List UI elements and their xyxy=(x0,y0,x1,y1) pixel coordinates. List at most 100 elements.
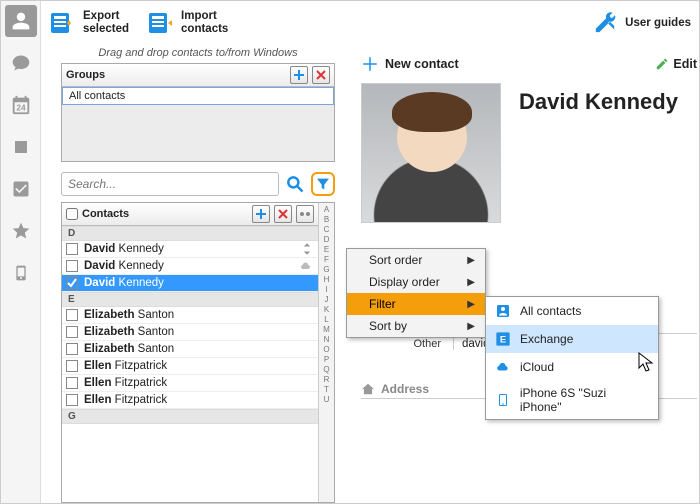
ctx-sort-order[interactable]: Sort order▶ xyxy=(347,249,485,271)
contacts-header: Contacts xyxy=(62,203,318,226)
merge-contact-button[interactable] xyxy=(296,205,314,223)
export-icon xyxy=(49,11,77,35)
ctx-display-order[interactable]: Display order▶ xyxy=(347,271,485,293)
contact-row[interactable]: Ellen Fitzpatrick xyxy=(62,358,318,375)
edit-button[interactable]: Edit xyxy=(655,57,697,71)
nav-tasks[interactable] xyxy=(5,173,37,205)
filter-button[interactable] xyxy=(311,172,335,196)
nav-device[interactable] xyxy=(5,257,37,289)
ctx-filter[interactable]: Filter▶ xyxy=(347,293,485,315)
import-contacts-button[interactable]: Importcontacts xyxy=(147,10,228,35)
alpha-letter[interactable]: F xyxy=(324,255,329,265)
nav-contacts[interactable] xyxy=(5,5,37,37)
nav-messages[interactable] xyxy=(5,47,37,79)
search-input[interactable] xyxy=(61,172,279,196)
alpha-letter[interactable]: O xyxy=(323,345,329,355)
cursor-icon xyxy=(638,352,654,377)
delete-contact-button[interactable] xyxy=(274,205,292,223)
group-all-contacts[interactable]: All contacts xyxy=(62,87,334,105)
row-checkbox[interactable] xyxy=(66,343,78,355)
contact-row[interactable]: Ellen Fitzpatrick xyxy=(62,392,318,409)
row-checkbox[interactable] xyxy=(66,309,78,321)
nav-favorites[interactable] xyxy=(5,215,37,247)
add-contact-button[interactable] xyxy=(252,205,270,223)
list-separator: E xyxy=(62,292,318,307)
guides-label: User guides xyxy=(625,17,691,30)
groups-body: All contacts xyxy=(62,87,334,161)
contact-name-cell: David Kennedy xyxy=(84,277,164,289)
svg-text:24: 24 xyxy=(16,104,26,113)
alpha-letter[interactable]: L xyxy=(324,315,328,325)
alpha-letter[interactable]: I xyxy=(325,285,327,295)
contact-name-cell: Ellen Fitzpatrick xyxy=(84,377,167,389)
alpha-letter[interactable]: C xyxy=(324,225,330,235)
groups-panel: Groups All contacts xyxy=(61,63,335,162)
search-button[interactable] xyxy=(283,172,307,196)
alpha-index[interactable]: ABCDEFGHIJKLMNOPQRTU xyxy=(318,203,334,502)
contacts-title: Contacts xyxy=(82,208,248,220)
alpha-letter[interactable]: N xyxy=(324,335,330,345)
contact-row[interactable]: Elizabeth Santon xyxy=(62,324,318,341)
filter-iphone[interactable]: iPhone 6S "Suzi iPhone" xyxy=(486,381,658,419)
row-checkbox[interactable] xyxy=(66,243,78,255)
ctx-sort-by[interactable]: Sort by▶ xyxy=(347,315,485,337)
alpha-letter[interactable]: U xyxy=(324,395,330,405)
filter-icloud[interactable]: iCloud xyxy=(486,353,658,381)
select-all-checkbox[interactable] xyxy=(66,208,78,220)
alpha-letter[interactable]: B xyxy=(324,215,329,225)
add-group-button[interactable] xyxy=(290,66,308,84)
cloud-icon xyxy=(298,260,314,272)
sync-icon xyxy=(300,243,314,255)
contact-row[interactable]: Elizabeth Santon xyxy=(62,307,318,324)
nav-calendar[interactable]: 24 xyxy=(5,89,37,121)
contact-row[interactable]: Elizabeth Santon xyxy=(62,341,318,358)
drag-hint: Drag and drop contacts to/from Windows xyxy=(61,45,335,63)
row-checkbox[interactable] xyxy=(66,326,78,338)
delete-group-button[interactable] xyxy=(312,66,330,84)
nav-notes[interactable] xyxy=(5,131,37,163)
contact-row[interactable]: Ellen Fitzpatrick xyxy=(62,375,318,392)
row-checkbox[interactable] xyxy=(66,260,78,272)
row-checkbox[interactable] xyxy=(66,377,78,389)
row-checkbox[interactable] xyxy=(66,394,78,406)
alpha-letter[interactable]: P xyxy=(324,355,329,365)
filter-exchange[interactable]: E Exchange xyxy=(486,325,658,353)
contacts-body[interactable]: DDavid KennedyDavid KennedyDavid Kennedy… xyxy=(62,226,318,502)
alpha-letter[interactable]: A xyxy=(324,205,329,215)
contacts-icon xyxy=(494,302,512,320)
alpha-letter[interactable]: H xyxy=(324,275,330,285)
alpha-letter[interactable]: T xyxy=(324,385,329,395)
contact-name-cell: Ellen Fitzpatrick xyxy=(84,394,167,406)
contacts-panel: Contacts DDavid KennedyDavid KennedyDavi… xyxy=(61,202,335,503)
export-selected-button[interactable]: Exportselected xyxy=(49,10,129,35)
filter-submenu: All contacts E Exchange iCloud iPhone 6S… xyxy=(485,296,659,420)
edit-label: Edit xyxy=(673,57,697,71)
alpha-letter[interactable]: R xyxy=(324,375,330,385)
alpha-letter[interactable]: D xyxy=(324,235,330,245)
filter-all-contacts[interactable]: All contacts xyxy=(486,297,658,325)
alpha-letter[interactable]: M xyxy=(323,325,330,335)
alpha-letter[interactable]: E xyxy=(324,245,329,255)
alpha-letter[interactable]: Q xyxy=(323,365,329,375)
cloud-icon xyxy=(494,358,512,376)
left-column: Drag and drop contacts to/from Windows G… xyxy=(41,45,341,503)
exchange-icon: E xyxy=(494,330,512,348)
import-icon xyxy=(147,11,175,35)
groups-title: Groups xyxy=(66,69,286,81)
row-checkbox[interactable] xyxy=(66,277,78,289)
new-contact-button[interactable]: New contact xyxy=(361,55,459,73)
contact-row[interactable]: David Kennedy xyxy=(62,275,318,292)
tools-icon xyxy=(591,11,619,35)
alpha-letter[interactable]: G xyxy=(323,265,329,275)
contact-name-cell: Ellen Fitzpatrick xyxy=(84,360,167,372)
row-checkbox[interactable] xyxy=(66,360,78,372)
contacts-list: Contacts DDavid KennedyDavid KennedyDavi… xyxy=(62,203,318,502)
alpha-letter[interactable]: J xyxy=(325,295,329,305)
contact-row[interactable]: David Kennedy xyxy=(62,241,318,258)
context-menu: Sort order▶ Display order▶ Filter▶ Sort … xyxy=(346,248,486,338)
other-label: Other xyxy=(361,338,441,350)
alpha-letter[interactable]: K xyxy=(324,305,329,315)
contact-row[interactable]: David Kennedy xyxy=(62,258,318,275)
export-label: Exportselected xyxy=(83,10,129,35)
user-guides-button[interactable]: User guides xyxy=(591,11,691,35)
